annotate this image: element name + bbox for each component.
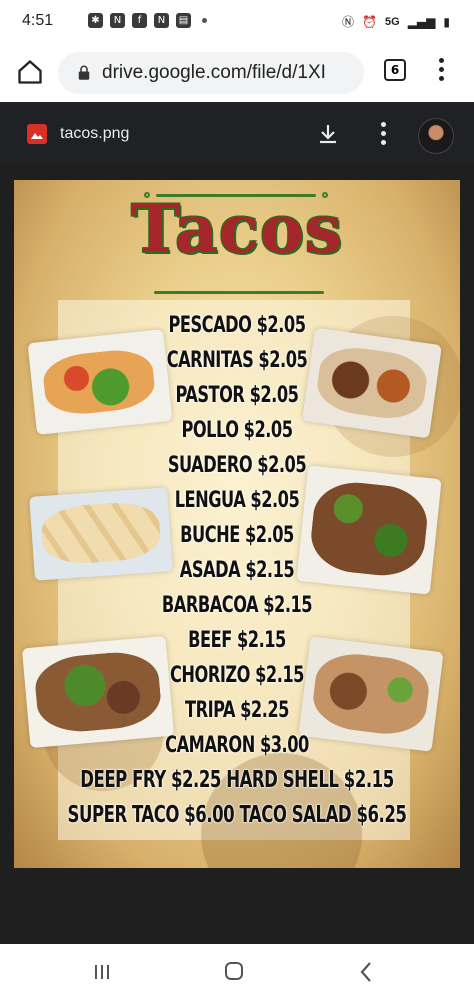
menu-item: CHORIZO $2.15 — [170, 663, 304, 688]
battery-icon: ▮ — [443, 14, 450, 29]
menu-item: BARBACOA $2.15 — [161, 593, 313, 618]
menu-item: LENGUA $2.05 — [174, 488, 300, 513]
menu-items: PESCADO $2.05 CARNITAS $2.05 PASTOR $2.0… — [14, 308, 460, 833]
tab-switcher-button[interactable]: 6 — [384, 59, 406, 81]
download-icon[interactable] — [316, 122, 340, 146]
notification-icon: N — [110, 13, 125, 28]
notification-icon: N — [154, 13, 169, 28]
alarm-icon: ⏰ — [362, 14, 378, 29]
address-bar[interactable]: drive.google.com/file/d/1XI — [58, 52, 364, 94]
decorative-line — [154, 291, 324, 294]
home-icon[interactable] — [16, 58, 44, 86]
avatar[interactable] — [418, 118, 454, 154]
notification-icon: ✱ — [88, 13, 103, 28]
menu-item: SUADERO $2.05 — [167, 453, 307, 478]
menu-item: ASADA $2.15 — [179, 558, 295, 583]
signal-icon: ▂▄▆ — [407, 14, 436, 29]
notification-icons: ✱ N f N ▤ — [88, 13, 207, 28]
notification-icon: ▤ — [176, 13, 191, 28]
system-nav-bar — [0, 944, 474, 1000]
menu-item: POLLO $2.05 — [181, 418, 293, 443]
status-time: 4:51 — [22, 12, 54, 29]
viewer-header: tacos.png — [0, 102, 474, 166]
url-text[interactable]: drive.google.com/file/d/1XI — [102, 62, 326, 84]
network-label: 5G — [385, 15, 400, 28]
status-bar: 4:51 ✱ N f N ▤ Ⓝ ⏰ 5G ▂▄▆ ▮ — [0, 0, 474, 44]
menu-item: BEEF $2.15 — [188, 628, 286, 653]
notification-icon: f — [132, 13, 147, 28]
menu-item: CARNITAS $2.05 — [166, 348, 308, 373]
lock-icon — [78, 65, 90, 80]
menu-item: PESCADO $2.05 — [168, 313, 306, 338]
menu-item: TRIPA $2.25 — [185, 698, 289, 723]
file-name: tacos.png — [60, 125, 130, 142]
menu-item: DEEP FRY $2.25 HARD SHELL $2.15 — [80, 767, 394, 793]
home-nav-icon[interactable] — [225, 962, 243, 980]
nfc-icon: Ⓝ — [342, 15, 355, 29]
recents-icon[interactable] — [93, 963, 111, 981]
menu-title: Tacos — [131, 190, 343, 268]
menu-item: PASTOR $2.05 — [175, 383, 299, 408]
menu-item: CAMARON $3.00 — [165, 733, 309, 758]
back-icon[interactable] — [358, 961, 374, 983]
image-file-icon — [27, 124, 47, 144]
system-icons: Ⓝ ⏰ 5G ▂▄▆ ▮ — [342, 13, 450, 30]
more-notifications-icon — [202, 18, 207, 23]
menu-image: Tacos PESCADO $2.05 CARNITAS $2.05 PASTO… — [14, 180, 460, 868]
menu-item: BUCHE $2.05 — [180, 523, 294, 548]
menu-item: SUPER TACO $6.00 TACO SALAD $6.25 — [67, 802, 407, 828]
more-options-icon[interactable] — [379, 122, 387, 146]
browser-menu-icon[interactable] — [437, 58, 445, 86]
browser-toolbar: drive.google.com/file/d/1XI 6 — [0, 44, 474, 102]
